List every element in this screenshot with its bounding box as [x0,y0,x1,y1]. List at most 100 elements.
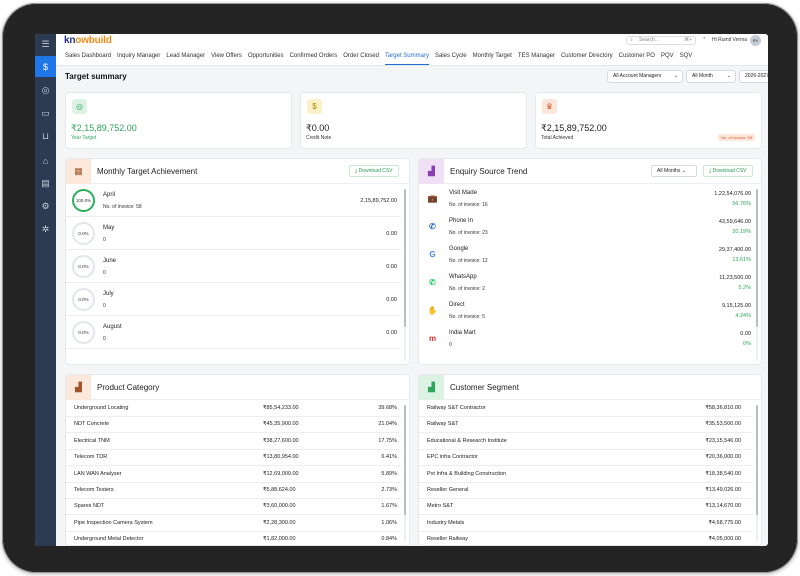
enquiry-row: ✆ Phone In No. of invoice: 23 43,59,646.00 2… [419,214,753,242]
table-row[interactable]: Railway S&T Contractor ₹58,36,810.00 [419,400,753,417]
tab-lead-manager[interactable]: Lead Manager [166,47,205,65]
category-name: Telecom TDR [74,454,108,461]
tab-customer-directory[interactable]: Customer Directory [561,47,613,65]
sidebar-item-reports[interactable]: ▤ [35,173,56,194]
bell-icon[interactable]: ◔ [702,36,706,42]
category-percent: 21.04% [378,421,397,428]
scrollbar[interactable] [756,405,758,542]
source-amount: 29,37,400.00 [718,247,751,253]
category-amount: ₹38,27,600.00 [263,437,299,444]
tab-sales-cycle[interactable]: Sales Cycle [435,47,467,65]
tab-opportunities[interactable]: Opportunities [248,47,284,65]
enquiry-source-card: ▟ Enquiry Source Trend All Months ⌄ ⤓ Do… [418,158,762,365]
table-row[interactable]: EPC infra Contractor ₹20,36,000.00 [419,449,753,467]
download-csv-button[interactable]: ⤓ Download CSV [349,165,399,177]
table-row[interactable]: Pipe Inspection Camera System ₹2,28,300.0… [66,515,401,532]
tab-customer-po[interactable]: Customer PO [619,47,655,65]
invoice-count: No. of invoice: 16 [449,202,488,208]
account-manager-select[interactable]: All Account Managers ⌄ [607,70,683,83]
kpi-credit-note: $ ₹0.00 Credit Note [300,92,527,149]
tab-monthly-target[interactable]: Monthly Target [473,47,512,65]
category-percent: 2.73% [381,487,397,493]
sidebar-item-sales[interactable]: $ [35,56,56,77]
tab-pqv[interactable]: PQV [661,47,674,65]
table-row[interactable]: Underground Locating ₹85,54,233.00 39.68% [66,400,401,417]
target-icon: ◎ [72,99,87,114]
kpi-value: ₹2,15,89,752.00 [71,123,137,133]
segment-amount: ₹58,36,810.00 [705,405,741,411]
tab-inquiry-manager[interactable]: Inquiry Manager [117,47,160,65]
enquiry-row: G Google No. of invoice: 12 29,37,400.00 13.… [419,242,753,270]
month-amount: 0.00 [386,231,397,237]
google-icon: G [429,250,436,259]
month-name: August [103,324,122,330]
tab-sqv[interactable]: SQV [680,47,693,65]
table-row[interactable]: Pvt Infra & Building Construction ₹18,38,… [419,466,753,483]
sidebar-item-settings[interactable]: ✲ [35,219,56,240]
table-row[interactable]: Underground Metal Detector ₹1,82,000.00 0.… [66,531,401,545]
kpi-value: ₹2,15,89,752.00 [541,123,607,133]
user-gear-icon: ⚙ [41,201,50,211]
category-amount: ₹3,60,000.00 [263,503,296,510]
sidebar-item-cart[interactable]: ⊔ [35,126,56,147]
segment-name: EPC infra Contractor [427,454,478,461]
table-row[interactable]: Telecom TDR ₹13,80,954.00 6.41% [66,449,401,467]
month-name: May [103,225,115,231]
logo[interactable]: knowbuild [64,35,112,46]
table-row[interactable]: NDT Concrete ₹45,35,900.00 21.04% [66,416,401,434]
table-row[interactable]: Railway S&T ₹35,53,500.00 [419,416,753,434]
rupee-icon: $ [42,61,48,72]
user-greeting: Hi Rumit Verma [712,37,748,43]
avatar[interactable]: RV [750,35,761,46]
table-row[interactable]: Reseller Railway ₹4,05,000.00 [419,531,753,545]
source-percent: 5.2% [738,285,751,291]
card-header: ▦ Monthly Target Achievement ⤓ Download … [66,159,409,184]
monthly-target-card: ▦ Monthly Target Achievement ⤓ Download … [65,158,410,365]
source-name: Phone In [449,218,474,224]
category-name: Telecom Testers [74,487,114,493]
month-select[interactable]: All Month ⌄ [686,70,736,83]
sidebar-item-delivery[interactable]: ▭ [35,103,56,124]
scrollbar[interactable] [404,189,406,361]
headset-icon: ◎ [41,85,50,95]
invoice-count: No. of invoice: 12 [449,258,488,264]
sidebar-item-bank[interactable]: ⌂ [35,150,56,171]
card-title: Enquiry Source Trend [450,167,528,176]
segment-name: Metro S&T [427,503,454,510]
kpi-year-target: ◎ ₹2,15,89,752.00 Year Target [65,92,292,149]
menu-icon[interactable]: ☰ [35,34,56,55]
kpi-total-achieved: ♛ ₹2,15,89,752.00 Total Achieved No. of … [535,92,762,149]
card-title: Customer Segment [450,383,519,392]
table-row[interactable]: Reseller General ₹13,49,026.00 [419,482,753,499]
source-percent: 4.24% [735,313,751,319]
months-select[interactable]: All Months ⌄ [651,165,697,177]
year-select[interactable]: 2026-2027⌄ [739,70,768,83]
sidebar-item-users[interactable]: ⚙ [35,196,56,217]
tab-tes-manager[interactable]: TES Manager [518,47,555,65]
progress-ring: 0.0% [72,222,95,245]
tab-target-summary[interactable]: Target Summary [384,47,429,65]
kpi-label: Year Target [71,135,97,141]
scrollbar[interactable] [404,405,406,542]
table-row[interactable]: LAN WAN Analyser ₹12,69,000.00 5.89% [66,466,401,483]
table-row[interactable]: Metro S&T ₹13,14,670.00 [419,498,753,516]
invoice-count: 0 [449,342,452,348]
table-row[interactable]: Educational & Research Institute ₹23,15,5… [419,433,753,450]
source-percent: 13.61% [732,257,751,263]
sidebar-item-support[interactable]: ◎ [35,80,56,101]
table-row[interactable]: Telecom Testers ₹5,88,624.00 2.73% [66,482,401,499]
bar-chart-icon: ▟ [66,375,91,400]
download-csv-button[interactable]: ⤓ Download CSV [703,165,753,177]
truck-icon: ▭ [41,108,50,118]
category-amount: ₹12,69,000.00 [263,470,299,477]
search-input[interactable]: ⌕ Search... ⌘+ [626,36,696,45]
tab-sales-dashboard[interactable]: Sales Dashboard [65,47,111,65]
tab-confirmed-orders[interactable]: Confirmed Orders [290,47,338,65]
tab-order-closed[interactable]: Order Closed [343,47,379,65]
table-row[interactable]: Electrical TNM ₹38,27,600.00 17.75% [66,433,401,450]
table-row[interactable]: Industry Metals ₹4,68,775.00 [419,515,753,532]
tab-view-offers[interactable]: View Offers [211,47,242,65]
table-row[interactable]: Spares NDT ₹3,60,000.00 1.67% [66,498,401,516]
month-amount: 0.00 [386,330,397,336]
scrollbar[interactable] [756,189,758,361]
